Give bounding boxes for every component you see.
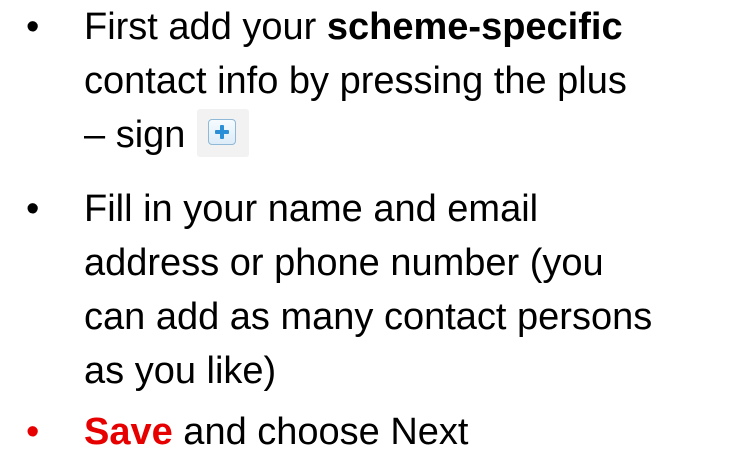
save-keyword: Save — [84, 411, 173, 453]
plus-button-face[interactable] — [208, 118, 237, 145]
bullet-symbol: • — [26, 6, 40, 48]
text-line: can add as many contact persons — [84, 296, 653, 338]
bullet-symbol: • — [26, 188, 40, 230]
plus-button[interactable] — [197, 108, 250, 157]
text-segment: and choose Next — [172, 411, 469, 453]
bullet-symbol: • — [26, 411, 40, 453]
text-line: address or phone number (you — [84, 242, 604, 284]
plus-icon — [215, 124, 230, 139]
text-line: Fill in your name and email — [84, 188, 539, 230]
text-line: First add your scheme-specific — [84, 0, 724, 54]
bullet-text: Fill in your name and email address or p… — [84, 182, 724, 398]
text-line: contact info by pressing the plus — [84, 54, 724, 108]
emphasis-scheme-specific: scheme-specific — [326, 6, 623, 48]
text-segment: First add your — [84, 6, 327, 48]
text-line: Save and choose Next — [84, 405, 724, 459]
text-segment: contact info by pressing the plus — [84, 60, 627, 102]
bullet-text: Save and choose Next — [84, 405, 724, 459]
bullet-text: First add your scheme-specific contact i… — [84, 0, 724, 162]
slide: • First add your scheme-specific contact… — [0, 0, 730, 470]
text-line: as you like) — [84, 350, 277, 392]
text-line: – sign — [84, 108, 724, 162]
text-segment: – sign — [84, 114, 186, 156]
